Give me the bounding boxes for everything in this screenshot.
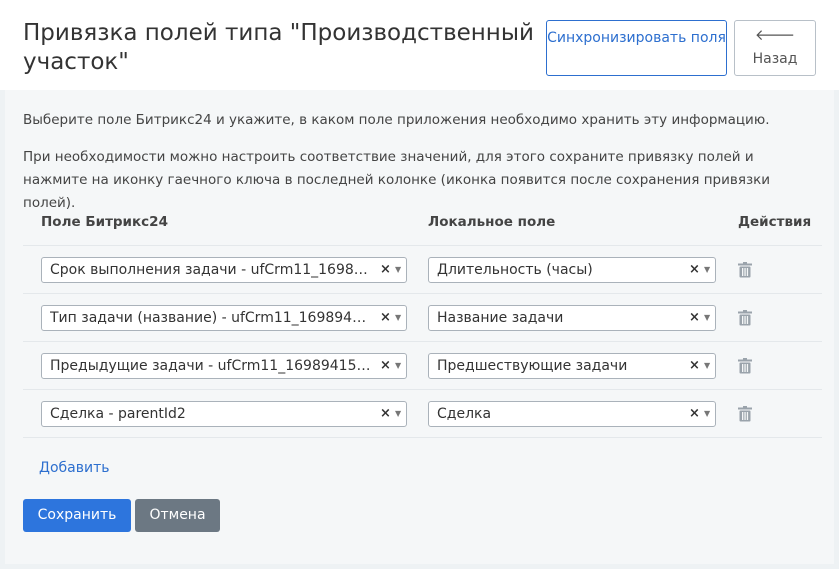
select-value: Сделка	[437, 406, 492, 422]
bitrix-field-select[interactable]: Сделка - parentId2 × ▼	[41, 401, 407, 427]
chevron-down-icon[interactable]: ▼	[395, 402, 401, 426]
trash-icon[interactable]	[738, 262, 752, 278]
save-button[interactable]: Сохранить	[23, 499, 131, 532]
page-title: Привязка полей типа "Производственный уч…	[23, 20, 534, 75]
select-value: Тип задачи (название) - ufCrm11_16989417…	[50, 310, 372, 326]
clear-icon[interactable]: ×	[380, 402, 391, 426]
table-divider	[23, 245, 822, 246]
select-value: Название задачи	[437, 310, 564, 326]
description-text: Выберите поле Битрикс24 и укажите, в как…	[23, 112, 770, 128]
select-value: Длительность (часы)	[437, 262, 593, 278]
select-value: Предшествующие задачи	[437, 358, 628, 374]
bitrix-field-select[interactable]: Срок выполнения задачи - ufCrm11_1698941…	[41, 257, 407, 283]
column-header-bitrix: Поле Битрикс24	[41, 214, 168, 230]
clear-icon[interactable]: ×	[380, 354, 391, 378]
add-mapping-link[interactable]: Добавить	[39, 458, 109, 478]
arrow-left-icon: 🡐	[754, 26, 796, 44]
chevron-down-icon[interactable]: ▼	[395, 354, 401, 378]
table-divider	[23, 389, 822, 390]
page-header: Привязка полей типа "Производственный уч…	[0, 0, 839, 90]
trash-icon[interactable]	[738, 406, 752, 422]
sync-fields-button[interactable]: Синхронизировать поля	[546, 20, 727, 76]
column-header-actions: Действия	[738, 214, 812, 230]
table-divider	[23, 341, 822, 342]
chevron-down-icon[interactable]: ▼	[395, 306, 401, 330]
clear-icon[interactable]: ×	[380, 306, 391, 330]
chevron-down-icon[interactable]: ▼	[395, 258, 401, 282]
clear-icon[interactable]: ×	[380, 258, 391, 282]
clear-icon[interactable]: ×	[689, 402, 700, 426]
local-field-select[interactable]: Сделка × ▼	[428, 401, 716, 427]
select-value: Предыдущие задачи - ufCrm11_1698941594	[50, 358, 372, 374]
description-hint: При необходимости можно настроить соотве…	[23, 149, 771, 211]
trash-icon[interactable]	[738, 310, 752, 326]
chevron-down-icon[interactable]: ▼	[704, 354, 710, 378]
cancel-button[interactable]: Отмена	[135, 499, 220, 532]
local-field-select[interactable]: Название задачи × ▼	[428, 305, 716, 331]
clear-icon[interactable]: ×	[689, 258, 700, 282]
select-value: Срок выполнения задачи - ufCrm11_1698941…	[50, 262, 372, 278]
back-button[interactable]: 🡐 Назад	[734, 20, 816, 76]
local-field-select[interactable]: Длительность (часы) × ▼	[428, 257, 716, 283]
chevron-down-icon[interactable]: ▼	[704, 306, 710, 330]
chevron-down-icon[interactable]: ▼	[704, 258, 710, 282]
column-header-local: Локальное поле	[428, 214, 556, 230]
select-value: Сделка - parentId2	[50, 406, 186, 422]
clear-icon[interactable]: ×	[689, 306, 700, 330]
local-field-select[interactable]: Предшествующие задачи × ▼	[428, 353, 716, 379]
chevron-down-icon[interactable]: ▼	[704, 402, 710, 426]
back-button-label: Назад	[752, 51, 798, 67]
table-divider	[23, 437, 822, 438]
trash-icon[interactable]	[738, 358, 752, 374]
bitrix-field-select[interactable]: Предыдущие задачи - ufCrm11_1698941594 ×…	[41, 353, 407, 379]
table-divider	[23, 293, 822, 294]
clear-icon[interactable]: ×	[689, 354, 700, 378]
bitrix-field-select[interactable]: Тип задачи (название) - ufCrm11_16989417…	[41, 305, 407, 331]
